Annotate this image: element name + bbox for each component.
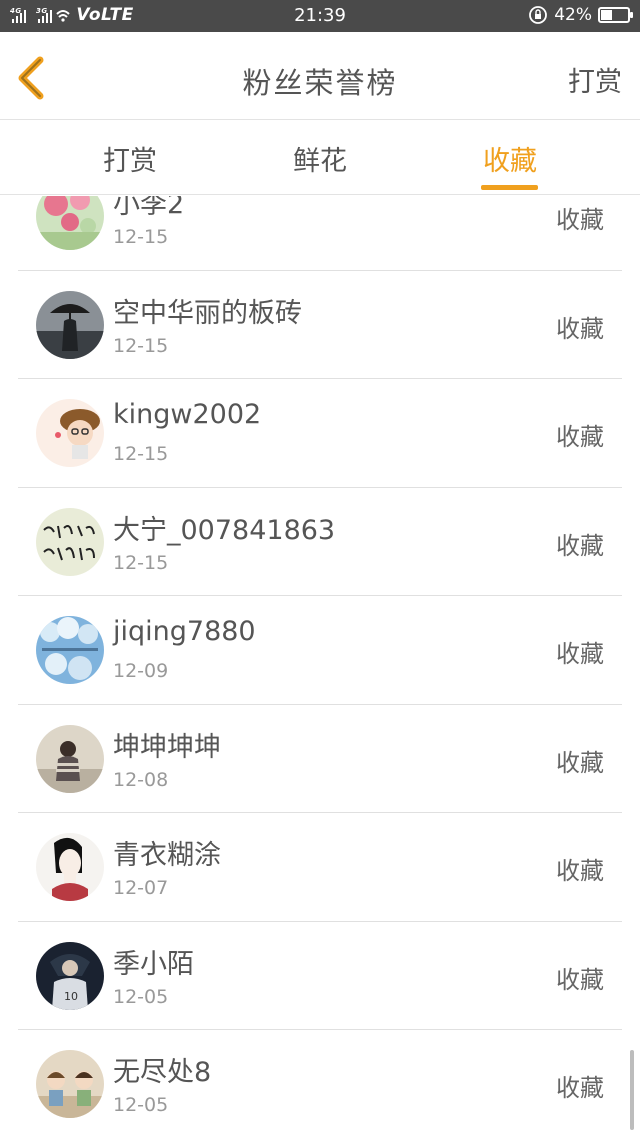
fan-name: 季小陌: [113, 948, 194, 980]
fan-date: 12-15: [113, 551, 169, 574]
tab-flowers[interactable]: 鲜花: [260, 139, 380, 178]
fan-name: 无尽处8: [113, 1057, 212, 1088]
fan-action-type: 收藏: [556, 1074, 604, 1102]
battery-percent: 42%: [554, 5, 592, 25]
list-item[interactable]: jiqing7880 12-09 收藏: [18, 596, 622, 705]
list-item[interactable]: 空中华丽的板砖 12-15 收藏: [18, 271, 622, 379]
avatar: [36, 724, 104, 793]
fan-name: 青衣糊涂: [113, 840, 221, 871]
fan-name: jiqing7880: [113, 616, 256, 647]
fan-date: 12-07: [113, 877, 169, 899]
fan-date: 12-15: [113, 443, 169, 465]
fan-list: 小李2 12-15 收藏 空中华丽的板砖 12-15 收藏 kingw2002 …: [0, 196, 640, 1138]
avatar: [36, 616, 104, 684]
tab-tip[interactable]: 打赏: [70, 139, 190, 178]
fan-date: 12-05: [113, 1094, 169, 1116]
fan-date: 12-15: [113, 334, 169, 357]
svg-text:10: 10: [64, 990, 78, 1003]
fan-action-type: 收藏: [556, 314, 604, 343]
list-item[interactable]: 无尽处8 12-05 收藏: [18, 1030, 622, 1138]
fan-date: 12-05: [113, 985, 169, 1008]
fan-name: kingw2002: [113, 399, 262, 430]
avatar: [36, 833, 104, 901]
fan-name: 小李2: [113, 196, 185, 220]
fan-action-type: 收藏: [556, 748, 604, 777]
avatar: [36, 196, 104, 250]
active-tab-indicator: [481, 185, 538, 190]
fan-date: 12-15: [113, 226, 169, 248]
fan-action-type: 收藏: [556, 965, 604, 994]
list-item[interactable]: kingw2002 12-15 收藏: [18, 379, 622, 488]
avatar: [36, 399, 104, 467]
avatar: [36, 1050, 104, 1118]
fan-action-type: 收藏: [556, 423, 604, 451]
list-item[interactable]: 大宁_007841863 12-15 收藏: [18, 488, 622, 596]
battery-icon: [598, 7, 633, 23]
tab-bar: 打赏 鲜花 收藏: [0, 121, 640, 195]
fan-action-type: 收藏: [556, 206, 604, 234]
status-bar: 4G 3G VoLTE 21:39 42%: [0, 0, 640, 32]
fan-name: 坤坤坤坤: [113, 731, 221, 763]
fan-list-viewport[interactable]: 小李2 12-15 收藏 空中华丽的板砖 12-15 收藏 kingw2002 …: [0, 196, 640, 1138]
list-item[interactable]: 小李2 12-15 收藏: [18, 196, 622, 271]
fan-date: 12-09: [113, 660, 169, 682]
avatar: [36, 290, 104, 359]
list-item[interactable]: 青衣糊涂 12-07 收藏: [18, 813, 622, 922]
scrollbar[interactable]: [630, 1050, 634, 1130]
avatar: [36, 507, 104, 576]
tab-favorites[interactable]: 收藏: [450, 139, 570, 178]
page-title: 粉丝荣誉榜: [242, 66, 398, 100]
status-right: 42%: [528, 5, 633, 25]
fan-date: 12-08: [113, 768, 169, 791]
fan-action-type: 收藏: [556, 857, 604, 885]
app-header: 粉丝荣誉榜 打赏: [0, 32, 640, 120]
fan-action-type: 收藏: [556, 640, 604, 668]
rotation-lock-icon: [529, 6, 548, 24]
list-item[interactable]: 坤坤坤坤 12-08 收藏: [18, 705, 622, 813]
avatar: 10: [36, 941, 104, 1010]
fan-action-type: 收藏: [556, 531, 604, 560]
list-item[interactable]: 10 季小陌 12-05 收藏: [18, 922, 622, 1030]
fan-name: 空中华丽的板砖: [113, 297, 302, 329]
tip-button[interactable]: 打赏: [568, 60, 622, 99]
fan-name: 大宁_007841863: [113, 514, 336, 546]
